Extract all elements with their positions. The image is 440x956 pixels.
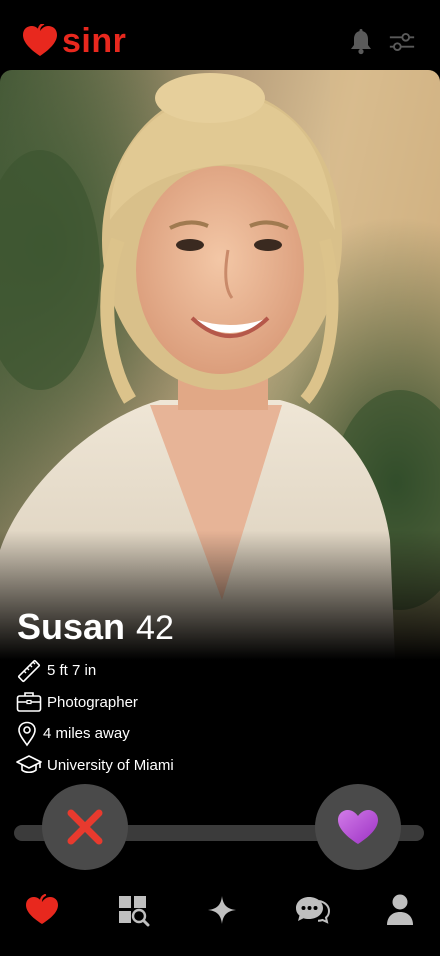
ruler-icon xyxy=(18,659,40,682)
spark-icon xyxy=(208,896,236,924)
detail-distance-text: 4 miles away xyxy=(43,725,130,743)
nav-explore[interactable] xyxy=(113,890,153,930)
profile-age: 42 xyxy=(136,609,174,647)
detail-occupation-text: Photographer xyxy=(47,693,138,711)
graduation-cap-icon xyxy=(16,755,42,774)
detail-occupation: Photographer xyxy=(16,687,174,719)
app-screen: sinr Susan 42 5 ft 7 in Photographer 4 m… xyxy=(0,0,440,956)
detail-education-text: University of Miami xyxy=(47,756,174,774)
profile-details: 5 ft 7 in Photographer 4 miles away Univ… xyxy=(16,655,174,781)
app-logo: sinr xyxy=(22,24,126,58)
explore-icon xyxy=(119,896,150,927)
briefcase-icon xyxy=(16,692,42,713)
profile-photo-illustration xyxy=(0,70,440,660)
discover-icon xyxy=(26,894,58,924)
nope-button[interactable] xyxy=(42,784,128,870)
top-bar: sinr xyxy=(0,0,440,70)
notifications-icon[interactable] xyxy=(347,28,375,56)
messages-icon xyxy=(296,897,331,924)
nav-discover[interactable] xyxy=(22,890,62,930)
brand-name: sinr xyxy=(62,22,127,60)
nav-messages[interactable] xyxy=(293,890,333,930)
detail-distance: 4 miles away xyxy=(16,718,174,750)
profile-name: Susan xyxy=(17,606,126,647)
nav-spark[interactable] xyxy=(202,890,242,930)
like-button[interactable] xyxy=(315,784,401,870)
location-pin-icon xyxy=(18,721,36,747)
profile-photo[interactable] xyxy=(0,70,440,660)
filters-icon[interactable] xyxy=(388,28,416,56)
heart-icon xyxy=(338,810,378,844)
brand-heart-icon xyxy=(23,24,57,56)
detail-height-text: 5 ft 7 in xyxy=(47,662,97,680)
x-icon xyxy=(67,809,103,845)
profile-name-age: Susan 42 xyxy=(17,606,174,648)
bottom-nav xyxy=(0,880,440,956)
profile-icon xyxy=(387,894,413,925)
detail-education: University of Miami xyxy=(16,750,174,782)
nav-profile[interactable] xyxy=(380,890,420,930)
detail-height: 5 ft 7 in xyxy=(16,655,174,687)
